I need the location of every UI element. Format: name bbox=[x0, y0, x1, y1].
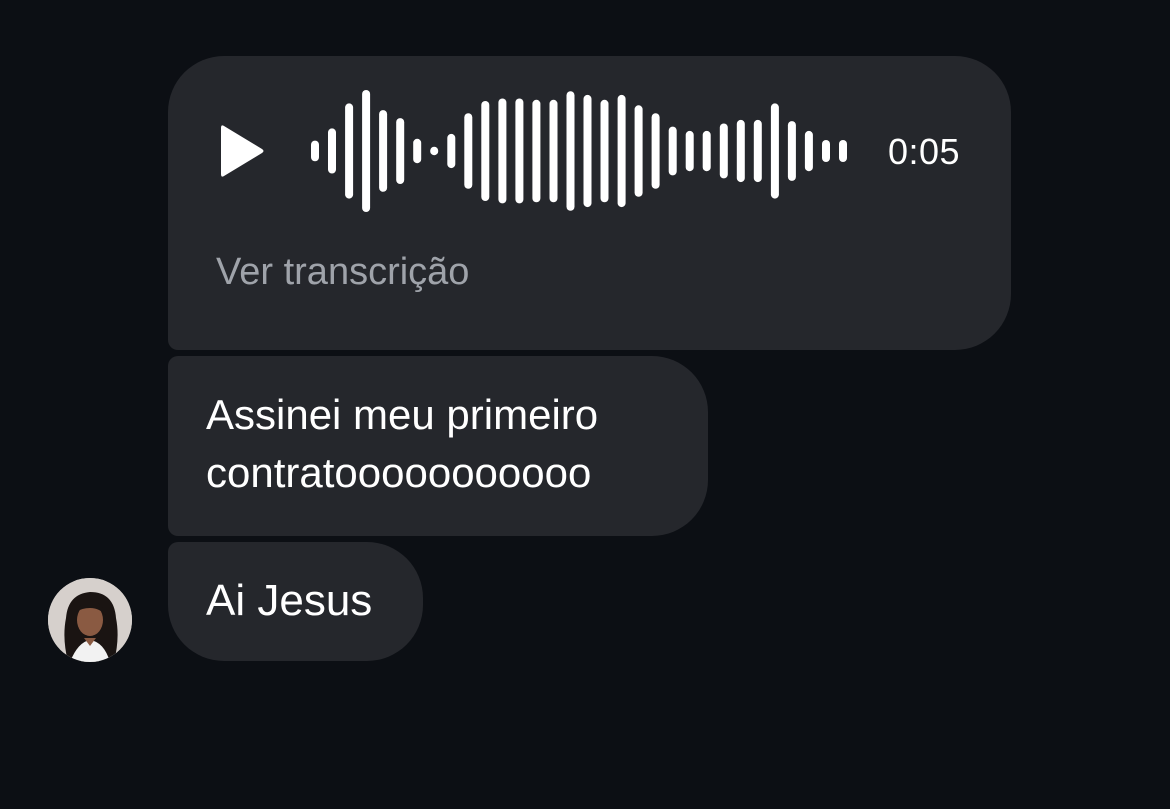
waveform-bar bbox=[685, 130, 694, 172]
waveform-bar bbox=[736, 119, 745, 183]
message-bubble[interactable]: Ai Jesus bbox=[168, 542, 423, 661]
voice-duration: 0:05 bbox=[888, 131, 961, 172]
waveform-bar bbox=[839, 140, 847, 162]
waveform-bar bbox=[566, 91, 575, 211]
waveform-bar bbox=[532, 99, 541, 203]
waveform-bar bbox=[668, 126, 677, 176]
waveform-bar bbox=[311, 140, 319, 162]
play-icon bbox=[221, 125, 264, 177]
waveform-bar bbox=[515, 98, 524, 204]
waveform-bar bbox=[822, 140, 830, 162]
sender-avatar[interactable] bbox=[48, 578, 132, 662]
waveform-bar bbox=[583, 94, 592, 208]
waveform-bar bbox=[481, 101, 490, 201]
chat-thread: 0:05 Ver transcrição Assinei meu primeir… bbox=[0, 0, 1170, 809]
message-text: Ai Jesus bbox=[206, 576, 373, 625]
waveform-bar bbox=[719, 123, 728, 179]
waveform-bar bbox=[787, 121, 796, 181]
waveform-bar bbox=[464, 113, 473, 189]
audio-waveform[interactable] bbox=[311, 88, 847, 214]
waveform-bar bbox=[753, 119, 762, 183]
waveform-bar bbox=[702, 130, 711, 172]
waveform-bar bbox=[379, 110, 388, 192]
waveform-bar bbox=[634, 105, 643, 197]
waveform-bar bbox=[396, 118, 405, 184]
play-button[interactable] bbox=[218, 122, 266, 180]
waveform-bar bbox=[770, 103, 779, 199]
waveform-bar bbox=[447, 133, 456, 169]
waveform-bar bbox=[549, 99, 558, 203]
waveform-bar bbox=[345, 103, 354, 199]
waveform-bar bbox=[617, 94, 626, 208]
view-transcript-link[interactable]: Ver transcrição bbox=[216, 248, 469, 296]
message-bubble[interactable]: Assinei meu primeiro contratooooooooooo bbox=[168, 356, 708, 536]
profile-photo bbox=[48, 578, 132, 662]
waveform-bar bbox=[498, 98, 507, 204]
waveform-bar bbox=[413, 138, 422, 164]
waveform-bar bbox=[362, 90, 371, 212]
waveform-bar bbox=[804, 130, 813, 172]
waveform-bar bbox=[328, 128, 336, 174]
waveform-bar bbox=[651, 113, 660, 189]
waveform-bar bbox=[430, 146, 439, 156]
message-text: Assinei meu primeiro contratooooooooooo bbox=[206, 391, 599, 496]
waveform-bar bbox=[600, 99, 609, 203]
